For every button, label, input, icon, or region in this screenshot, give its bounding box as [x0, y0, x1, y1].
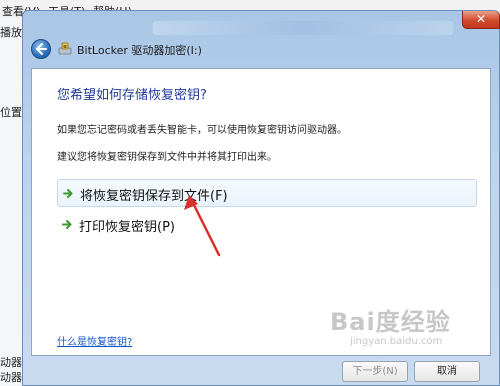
- dialog-title: BitLocker 驱动器加密(I:): [77, 44, 202, 57]
- back-arrow-icon: [36, 43, 47, 55]
- nav-fragment: 播放: [0, 26, 22, 39]
- next-button[interactable]: 下一步(N): [342, 361, 408, 382]
- baidu-watermark: Bai度经验 jingyan.baidu.com: [330, 298, 500, 358]
- title-bar-glass: [153, 21, 453, 35]
- nav-fragment: 位置: [0, 106, 22, 119]
- back-button[interactable]: [31, 39, 51, 59]
- background-nav-pane: 播放 位置 动器 动器: [0, 18, 23, 386]
- bitlocker-drive-icon: [58, 42, 72, 55]
- close-button[interactable]: ✕: [462, 11, 500, 29]
- watermark-url: jingyan.baidu.com: [350, 336, 443, 347]
- watermark-logo: Bai度经验: [330, 308, 451, 336]
- dialog-footer: 下一步(N) 取消: [31, 356, 491, 386]
- nav-fragment: 动器: [0, 356, 22, 369]
- nav-fragment: 动器: [0, 371, 22, 384]
- cancel-button[interactable]: 取消: [414, 361, 480, 382]
